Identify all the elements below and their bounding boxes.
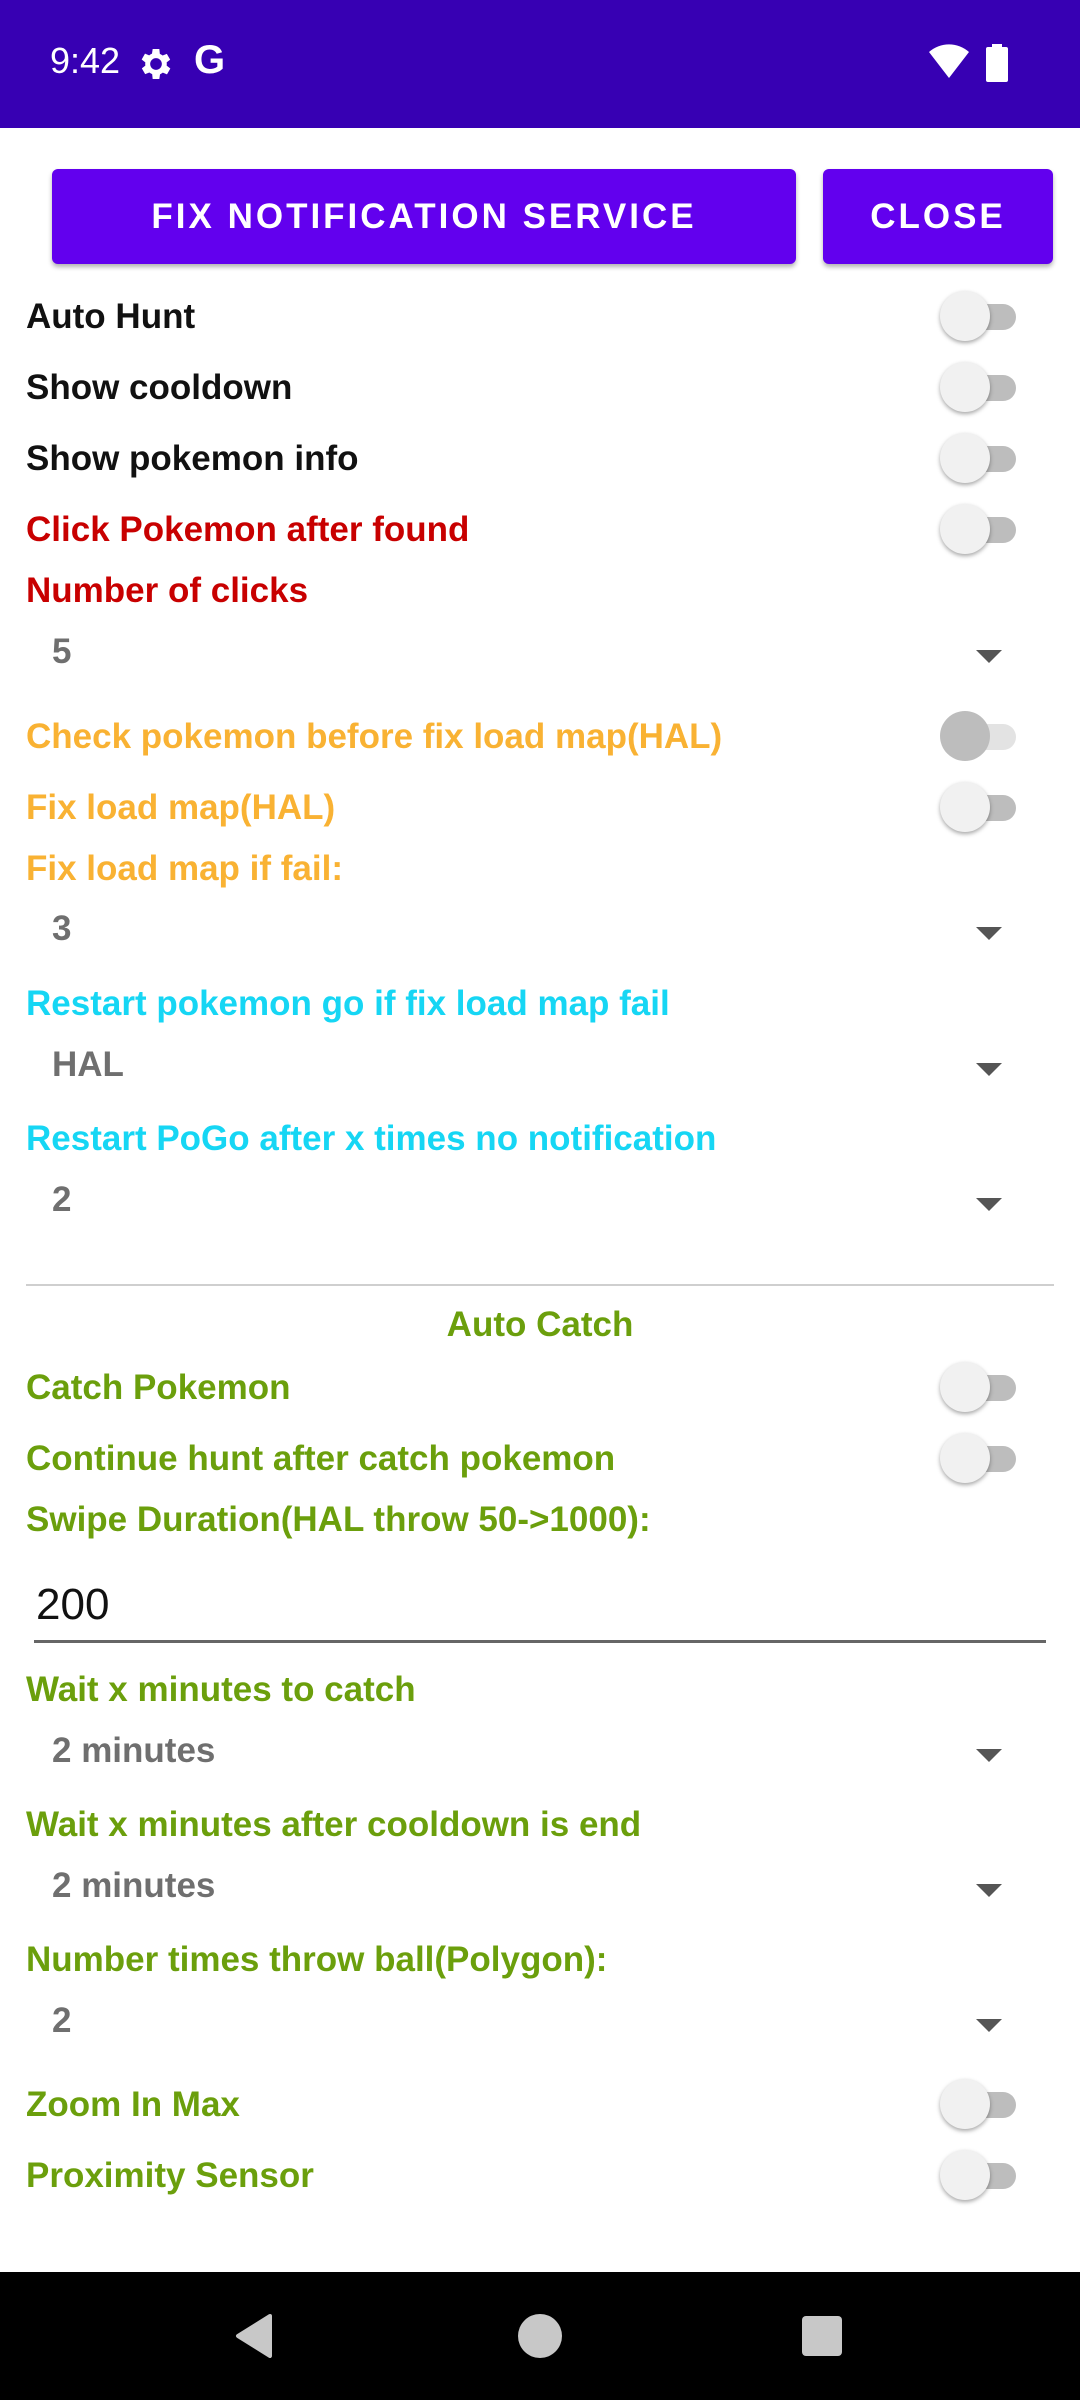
wifi-icon	[929, 44, 969, 78]
restart-pogo-if-fix-fail-dropdown[interactable]: HAL	[26, 1037, 1036, 1097]
dropdown-arrow-icon	[976, 1198, 1002, 1211]
close-button[interactable]: CLOSE	[823, 169, 1053, 264]
status-time: 9:42	[50, 40, 121, 81]
wait-after-cooldown-label: Wait x minutes after cooldown is end	[26, 1805, 642, 1844]
dropdown-arrow-icon	[976, 927, 1002, 940]
fix-load-map-if-fail-dropdown[interactable]: 3	[26, 901, 1036, 961]
google-g-icon: G	[194, 38, 226, 82]
continue-hunt-toggle[interactable]	[940, 1430, 1024, 1486]
fix-load-map-if-fail-label: Fix load map if fail:	[26, 849, 343, 888]
wait-to-catch-value: 2 minutes	[52, 1731, 216, 1770]
show-cooldown-label: Show cooldown	[26, 368, 293, 407]
dropdown-arrow-icon	[976, 650, 1002, 663]
number-of-clicks-dropdown[interactable]: 5	[26, 624, 1036, 684]
wait-after-cooldown-value: 2 minutes	[52, 1866, 216, 1905]
auto-catch-title: Auto Catch	[446, 1305, 634, 1344]
section-divider	[26, 1284, 1054, 1286]
dropdown-arrow-icon	[976, 1749, 1002, 1762]
status-bar: 9:42 G	[0, 0, 1080, 128]
battery-icon	[986, 44, 1008, 82]
fix-load-map-label: Fix load map(HAL)	[26, 788, 336, 827]
auto-hunt-label: Auto Hunt	[26, 297, 196, 336]
click-pokemon-toggle[interactable]	[940, 501, 1024, 557]
fix-load-map-toggle[interactable]	[940, 779, 1024, 835]
restart-pogo-no-notification-label: Restart PoGo after x times no notificati…	[26, 1119, 717, 1158]
dropdown-arrow-icon	[976, 1063, 1002, 1076]
restart-pogo-if-fix-fail-value: HAL	[52, 1045, 124, 1084]
throw-ball-times-value: 2	[52, 2001, 72, 2040]
restart-pogo-if-fix-fail-label: Restart pokemon go if fix load map fail	[26, 984, 670, 1023]
auto-hunt-toggle[interactable]	[940, 288, 1024, 344]
recents-icon[interactable]	[802, 2316, 842, 2356]
restart-pogo-no-notification-dropdown[interactable]: 2	[26, 1172, 1036, 1232]
throw-ball-times-label: Number times throw ball(Polygon):	[26, 1940, 608, 1979]
fix-load-map-if-fail-value: 3	[52, 909, 72, 948]
restart-pogo-no-notification-value: 2	[52, 1180, 72, 1219]
back-icon[interactable]	[234, 2314, 274, 2358]
catch-pokemon-label: Catch Pokemon	[26, 1368, 291, 1407]
check-pokemon-before-fix-label: Check pokemon before fix load map(HAL)	[26, 717, 723, 756]
proximity-sensor-label: Proximity Sensor	[26, 2156, 314, 2195]
swipe-duration-input[interactable]	[34, 1570, 1046, 1643]
number-of-clicks-value: 5	[52, 632, 72, 671]
show-cooldown-toggle[interactable]	[940, 359, 1024, 415]
zoom-in-max-label: Zoom In Max	[26, 2085, 240, 2124]
catch-pokemon-toggle[interactable]	[940, 1359, 1024, 1415]
wait-to-catch-label: Wait x minutes to catch	[26, 1670, 416, 1709]
dropdown-arrow-icon	[976, 2019, 1002, 2032]
proximity-sensor-toggle[interactable]	[940, 2147, 1024, 2203]
number-of-clicks-label: Number of clicks	[26, 571, 309, 610]
zoom-in-max-toggle[interactable]	[940, 2076, 1024, 2132]
gear-icon	[141, 49, 171, 79]
show-pokemon-info-label: Show pokemon info	[26, 439, 359, 478]
swipe-duration-label: Swipe Duration(HAL throw 50->1000):	[26, 1500, 651, 1539]
wait-to-catch-dropdown[interactable]: 2 minutes	[26, 1723, 1036, 1783]
dropdown-arrow-icon	[976, 1884, 1002, 1897]
home-icon[interactable]	[518, 2314, 562, 2358]
show-pokemon-info-toggle[interactable]	[940, 430, 1024, 486]
throw-ball-times-dropdown[interactable]: 2	[26, 1993, 1036, 2053]
fix-notification-service-button[interactable]: FIX NOTIFICATION SERVICE	[52, 169, 796, 264]
navigation-bar	[0, 2272, 1080, 2400]
continue-hunt-label: Continue hunt after catch pokemon	[26, 1439, 616, 1478]
click-pokemon-label: Click Pokemon after found	[26, 510, 470, 549]
wait-after-cooldown-dropdown[interactable]: 2 minutes	[26, 1858, 1036, 1918]
check-pokemon-before-fix-toggle[interactable]	[940, 708, 1024, 764]
